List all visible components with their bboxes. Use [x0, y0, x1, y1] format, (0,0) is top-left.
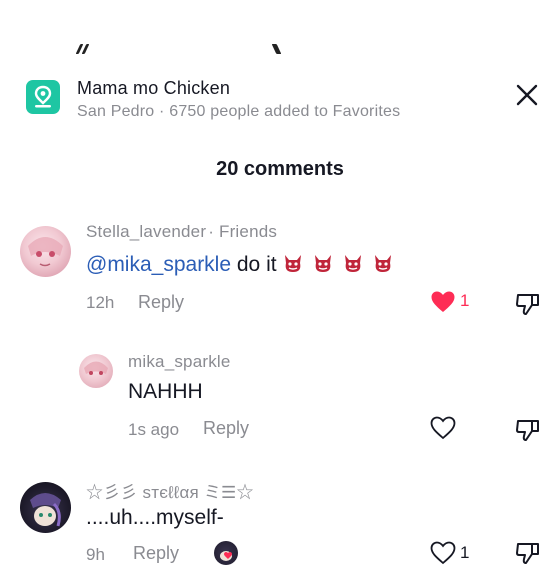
- partial-glyph: [270, 44, 284, 56]
- dislike-button[interactable]: [515, 541, 541, 565]
- close-icon: [516, 84, 538, 106]
- reply-button[interactable]: Reply: [133, 543, 179, 564]
- devil-emoji-icon: [285, 255, 302, 272]
- comments-count: 20 comments: [216, 158, 344, 180]
- close-button[interactable]: [512, 80, 542, 110]
- top-partial-content: [0, 40, 560, 60]
- devil-emoji-icon: [374, 255, 391, 272]
- like-count: 1: [460, 291, 470, 310]
- creator-liked-avatar: [214, 541, 238, 565]
- dislike-button[interactable]: [515, 292, 541, 316]
- thumbs-down-icon: [516, 294, 539, 315]
- comment-username[interactable]: Stella_lavender · Friends: [86, 222, 277, 242]
- heart-filled-icon: [431, 291, 455, 312]
- heart-outline-icon: [430, 541, 456, 565]
- like-count: 1: [460, 543, 470, 562]
- comment-timestamp: 1s ago: [128, 420, 180, 439]
- like-button[interactable]: 1: [430, 290, 474, 314]
- partial-glyph: [75, 44, 90, 56]
- comment-text: @mika_sparkle do it: [86, 252, 396, 277]
- dislike-button[interactable]: [515, 418, 541, 442]
- location-pin-icon: [26, 80, 60, 114]
- thumbs-down-icon: [516, 420, 539, 441]
- avatar[interactable]: [20, 482, 71, 533]
- comment-timestamp: 12h: [86, 293, 115, 312]
- like-button[interactable]: 1: [430, 541, 474, 565]
- place-subtitle: San Pedro · 6750 people added to Favorit…: [77, 103, 401, 120]
- heart-outline-icon: [430, 416, 456, 440]
- comment-username[interactable]: mika_sparkle: [128, 352, 231, 372]
- comment-username[interactable]: ☆彡彡 ѕтєℓℓαя ミ☰☆: [86, 478, 254, 503]
- emoji-group: [282, 253, 396, 276]
- avatar[interactable]: [79, 354, 113, 388]
- place-banner[interactable]: Mama mo Chicken San Pedro · 6750 people …: [26, 72, 546, 128]
- reply-button[interactable]: Reply: [203, 418, 249, 439]
- comment-text: ....uh....myself-: [86, 506, 224, 529]
- devil-emoji-icon: [315, 255, 332, 272]
- comment-text: NAHHH: [128, 380, 203, 403]
- mention-link[interactable]: @mika_sparkle: [86, 253, 231, 276]
- comment-timestamp: 9h: [86, 545, 105, 564]
- reply-button[interactable]: Reply: [138, 292, 184, 313]
- like-button[interactable]: [430, 416, 458, 440]
- thumbs-down-icon: [516, 543, 539, 564]
- devil-emoji-icon: [345, 255, 362, 272]
- avatar[interactable]: [20, 226, 71, 277]
- place-title: Mama mo Chicken: [77, 78, 231, 98]
